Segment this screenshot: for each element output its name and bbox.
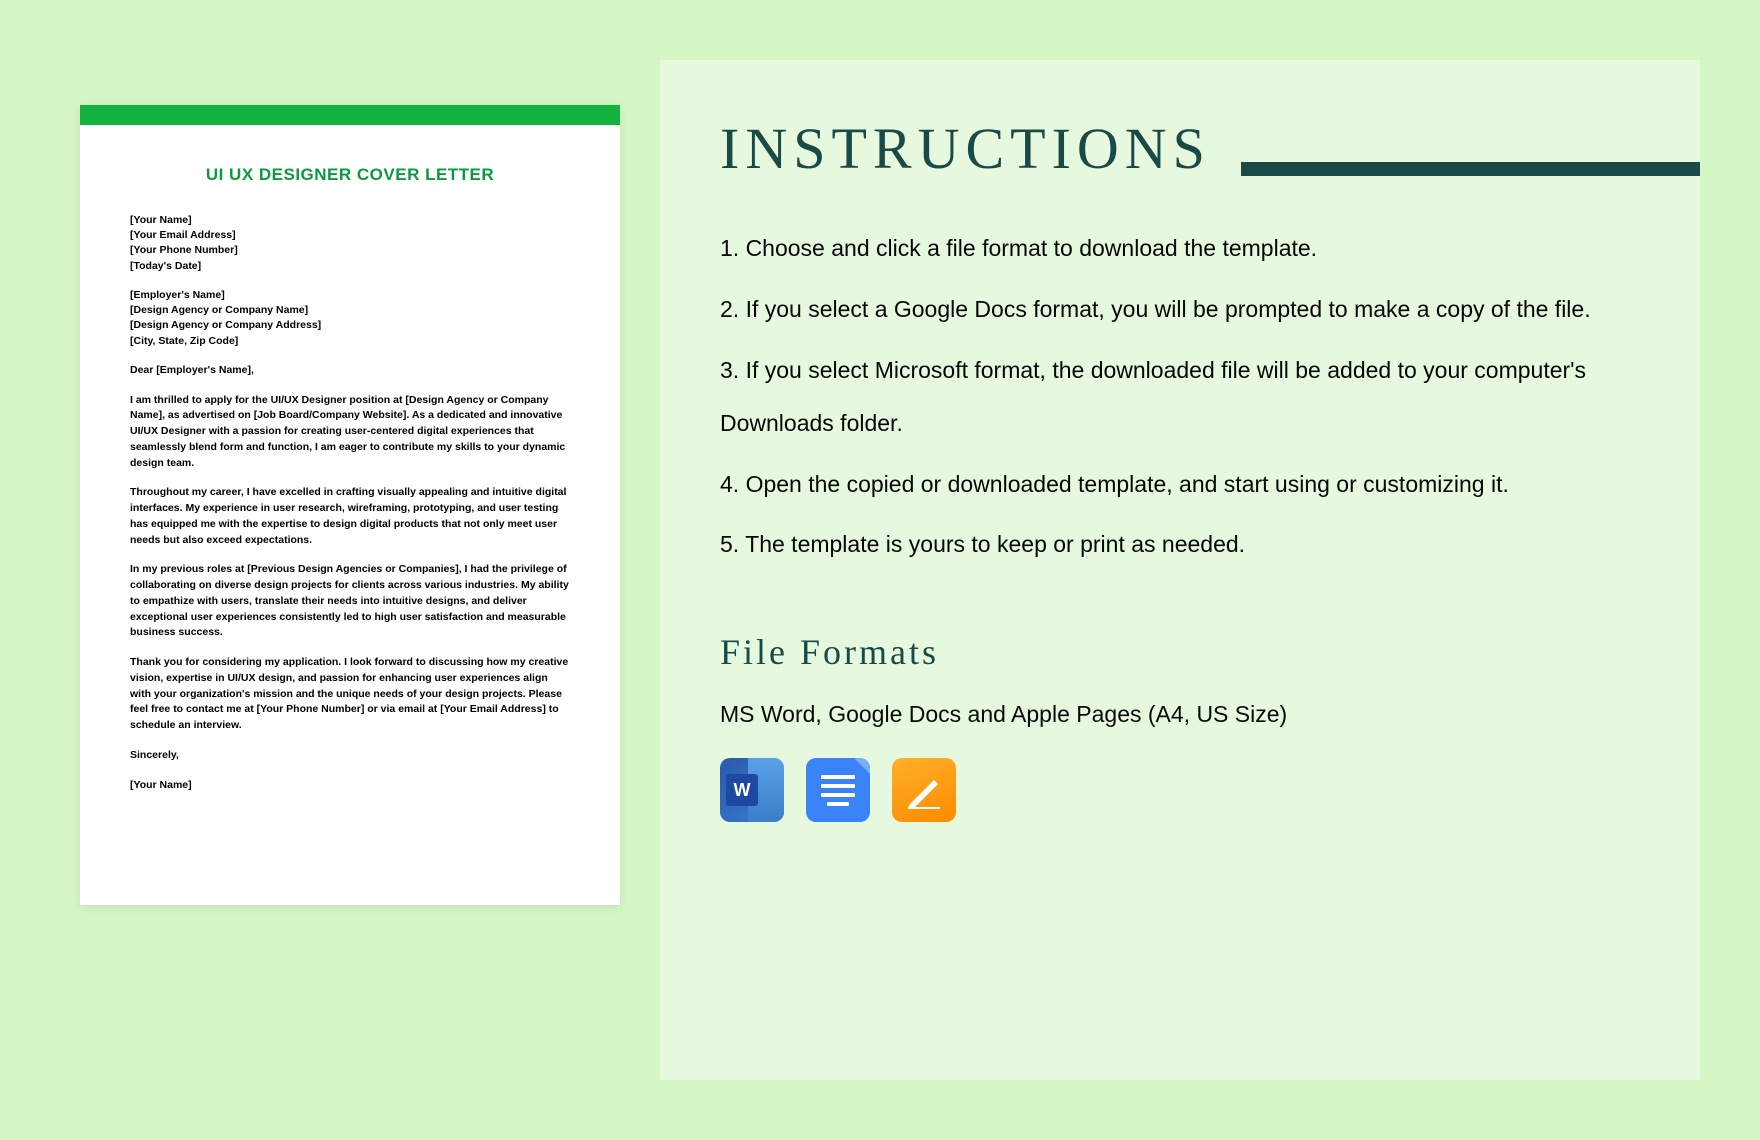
instruction-1: 1. Choose and click a file format to dow… <box>720 222 1640 275</box>
file-format-icons: W <box>720 758 1640 822</box>
gdocs-line-icon <box>827 802 849 806</box>
ms-word-icon[interactable]: W <box>720 758 784 822</box>
salutation: Dear [Employer's Name], <box>130 363 570 379</box>
google-docs-icon[interactable] <box>806 758 870 822</box>
recipient-city: [City, State, Zip Code] <box>130 334 570 349</box>
paragraph-4: Thank you for considering my application… <box>130 655 570 734</box>
instructions-panel: INSTRUCTIONS 1. Choose and click a file … <box>660 60 1700 1080</box>
instructions-heading: INSTRUCTIONS <box>720 115 1211 182</box>
sender-phone: [Your Phone Number] <box>130 243 570 258</box>
closing: Sincerely, <box>130 748 570 764</box>
instruction-2: 2. If you select a Google Docs format, y… <box>720 283 1640 336</box>
pen-icon <box>904 770 944 810</box>
sender-name: [Your Name] <box>130 213 570 228</box>
recipient-block: [Employer's Name] [Design Agency or Comp… <box>130 288 570 349</box>
cover-letter-preview: UI UX DESIGNER COVER LETTER [Your Name] … <box>80 105 620 905</box>
letter-date: [Today's Date] <box>130 259 570 274</box>
instructions-list: 1. Choose and click a file format to dow… <box>720 222 1640 571</box>
paragraph-2: Throughout my career, I have excelled in… <box>130 485 570 548</box>
signature: [Your Name] <box>130 778 570 794</box>
sender-block: [Your Name] [Your Email Address] [Your P… <box>130 213 570 274</box>
apple-pages-icon[interactable] <box>892 758 956 822</box>
instruction-3: 3. If you select Microsoft format, the d… <box>720 344 1640 450</box>
instruction-4: 4. Open the copied or downloaded templat… <box>720 458 1640 511</box>
instructions-title-row: INSTRUCTIONS <box>720 115 1640 222</box>
recipient-address: [Design Agency or Company Address] <box>130 318 570 333</box>
gdocs-line-icon <box>821 775 855 779</box>
sender-email: [Your Email Address] <box>130 228 570 243</box>
letter-body: UI UX DESIGNER COVER LETTER [Your Name] … <box>80 125 620 837</box>
letter-top-accent <box>80 105 620 125</box>
file-formats-text: MS Word, Google Docs and Apple Pages (A4… <box>720 701 1640 728</box>
heading-rule <box>1241 162 1700 176</box>
word-letter: W <box>726 774 758 806</box>
letter-title: UI UX DESIGNER COVER LETTER <box>130 165 570 185</box>
paragraph-1: I am thrilled to apply for the UI/UX Des… <box>130 393 570 472</box>
gdocs-line-icon <box>821 793 855 797</box>
file-formats-heading: File Formats <box>720 631 1640 673</box>
recipient-name: [Employer's Name] <box>130 288 570 303</box>
instruction-5: 5. The template is yours to keep or prin… <box>720 518 1640 571</box>
gdocs-line-icon <box>821 784 855 788</box>
paragraph-3: In my previous roles at [Previous Design… <box>130 562 570 641</box>
gdocs-fold-icon <box>854 758 870 774</box>
recipient-company: [Design Agency or Company Name] <box>130 303 570 318</box>
